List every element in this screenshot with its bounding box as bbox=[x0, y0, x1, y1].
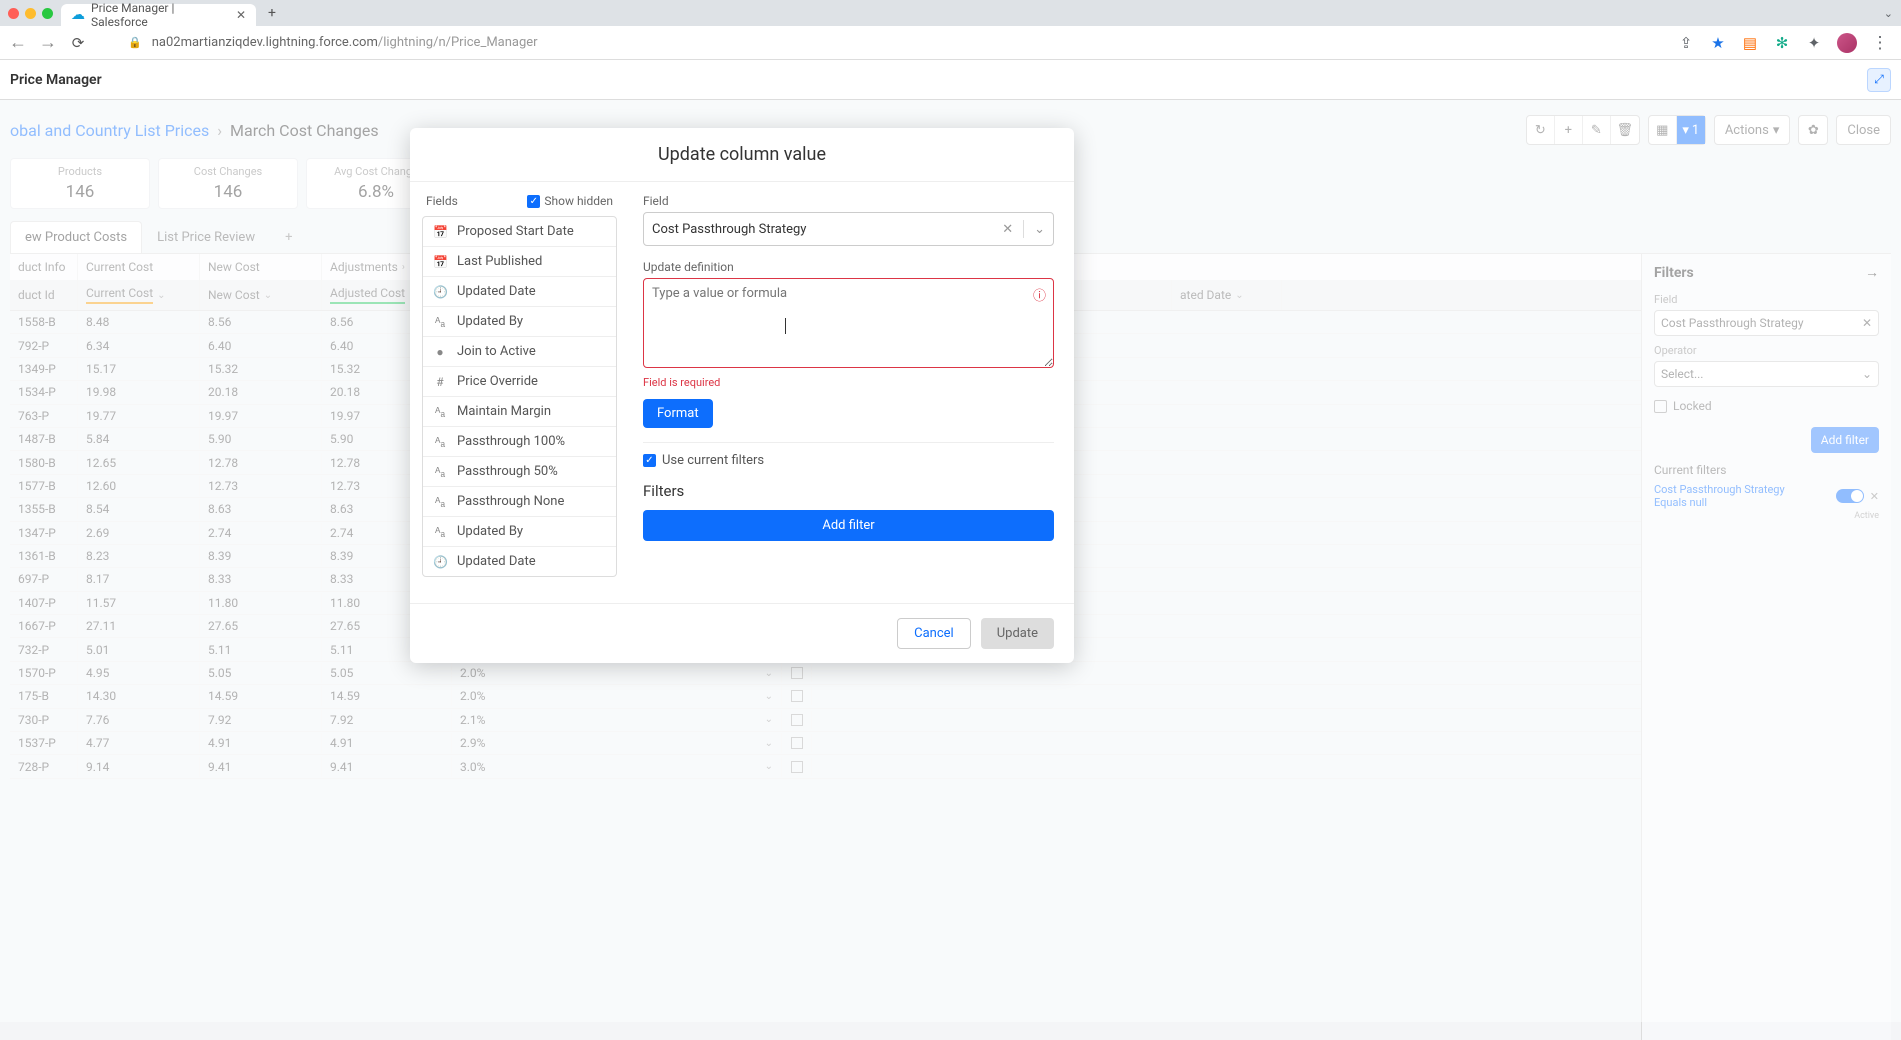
extensions-puzzle-icon[interactable]: ✦ bbox=[1805, 34, 1823, 52]
salesforce-favicon-icon: ☁ bbox=[71, 8, 85, 22]
extension-gear-icon[interactable]: ✻ bbox=[1773, 34, 1791, 52]
add-filter-button[interactable]: Add filter bbox=[643, 510, 1054, 541]
fields-pane: Fields ✓ Show hidden 📅 Proposed Start Dat… bbox=[410, 182, 625, 589]
field-type-icon: ᴬₐ bbox=[433, 465, 447, 479]
divider bbox=[643, 442, 1054, 443]
field-type-icon: 🕘 bbox=[433, 285, 447, 299]
field-type-icon: ᴬₐ bbox=[433, 495, 447, 509]
forward-icon[interactable]: → bbox=[38, 32, 58, 53]
minimize-window-icon[interactable] bbox=[25, 8, 36, 19]
field-item-label: Price Override bbox=[457, 374, 538, 389]
field-type-icon: 📅 bbox=[433, 225, 447, 239]
text-cursor-icon bbox=[785, 318, 786, 334]
field-type-icon: ᴬₐ bbox=[433, 315, 447, 329]
new-tab-button[interactable]: + bbox=[264, 5, 280, 21]
field-list-item[interactable]: ● Join to Active bbox=[423, 337, 616, 367]
field-list-item[interactable]: ᴬₐ Maintain Margin bbox=[423, 397, 616, 427]
field-item-label: Updated Date bbox=[457, 554, 536, 569]
tabs-dropdown-icon[interactable]: ⌄ bbox=[1884, 7, 1893, 20]
error-icon: ⓘ bbox=[1033, 285, 1046, 304]
update-button[interactable]: Update bbox=[981, 618, 1054, 649]
field-item-label: Updated By bbox=[457, 524, 523, 539]
field-item-label: Passthrough 100% bbox=[457, 434, 565, 449]
field-type-icon: ᴬₐ bbox=[433, 435, 447, 449]
address-bar: ← → ⟳ 🔒 na02martianziqdev.lightning.forc… bbox=[0, 26, 1901, 60]
field-item-label: Passthrough 50% bbox=[457, 464, 558, 479]
field-list-item[interactable]: ᴬₐ Passthrough 100% bbox=[423, 427, 616, 457]
field-list-item[interactable]: ᴬₐ Updated By bbox=[423, 517, 616, 547]
clear-icon[interactable]: ✕ bbox=[1002, 222, 1013, 237]
divider bbox=[1023, 220, 1024, 238]
browser-tab[interactable]: ☁ Price Manager | Salesforce ✕ bbox=[61, 4, 256, 26]
reload-icon[interactable]: ⟳ bbox=[68, 34, 88, 52]
field-type-icon: 📅 bbox=[433, 255, 447, 269]
browser-tab-strip: ☁ Price Manager | Salesforce ✕ + ⌄ bbox=[0, 0, 1901, 26]
field-list-item[interactable]: 📅 Last Published bbox=[423, 247, 616, 277]
fields-list: 📅 Proposed Start Date 📅 Last Published 🕘 Upda… bbox=[422, 216, 617, 577]
show-hidden-toggle[interactable]: ✓ Show hidden bbox=[527, 194, 613, 208]
use-filters-checkbox[interactable]: ✓ Use current filters bbox=[643, 453, 1054, 468]
app-top-bar: Price Manager ⤢ bbox=[0, 60, 1901, 100]
checkbox-checked-icon[interactable]: ✓ bbox=[527, 195, 540, 208]
field-list-item[interactable]: ᴬₐ Passthrough 50% bbox=[423, 457, 616, 487]
cancel-button[interactable]: Cancel bbox=[897, 618, 971, 649]
filters-heading: Filters bbox=[643, 482, 1054, 500]
field-list-item[interactable]: # Price Override bbox=[423, 367, 616, 397]
modal-footer: Cancel Update bbox=[410, 603, 1074, 663]
bookmark-star-icon[interactable]: ★ bbox=[1709, 34, 1727, 52]
field-type-icon: ᴬₐ bbox=[433, 405, 447, 419]
field-label: Field bbox=[643, 194, 1054, 208]
use-filters-label: Use current filters bbox=[662, 453, 764, 468]
back-icon[interactable]: ← bbox=[8, 32, 28, 53]
checkbox-checked-icon[interactable]: ✓ bbox=[643, 454, 656, 467]
page-title: Price Manager bbox=[10, 72, 102, 88]
field-list-item[interactable]: 📅 Proposed Start Date bbox=[423, 217, 616, 247]
window-controls bbox=[8, 8, 53, 19]
profile-avatar-icon[interactable] bbox=[1837, 33, 1857, 53]
share-icon[interactable]: ⇪ bbox=[1677, 34, 1695, 52]
field-list-item[interactable]: ᴬₐ Passthrough None bbox=[423, 487, 616, 517]
field-item-label: Maintain Margin bbox=[457, 404, 551, 419]
definition-wrapper: ⓘ bbox=[643, 278, 1054, 372]
field-list-item[interactable]: 🕘 Updated Date bbox=[423, 547, 616, 576]
field-combobox[interactable]: Cost Passthrough Strategy ✕ ⌄ bbox=[643, 212, 1054, 246]
tab-strip: ☁ Price Manager | Salesforce ✕ + bbox=[61, 0, 280, 26]
field-type-icon: ● bbox=[433, 345, 447, 359]
chevron-down-icon[interactable]: ⌄ bbox=[1034, 222, 1045, 237]
field-list-item[interactable]: ᴬₐ Updated By bbox=[423, 307, 616, 337]
field-item-label: Last Published bbox=[457, 254, 542, 269]
show-hidden-label: Show hidden bbox=[544, 194, 613, 208]
modal-header: Update column value bbox=[410, 128, 1074, 182]
field-item-label: Updated Date bbox=[457, 284, 536, 299]
lock-icon: 🔒 bbox=[128, 36, 142, 49]
field-item-label: Updated By bbox=[457, 314, 523, 329]
format-button[interactable]: Format bbox=[643, 399, 713, 428]
field-type-icon: 🕘 bbox=[433, 555, 447, 569]
field-item-label: Proposed Start Date bbox=[457, 224, 574, 239]
field-item-label: Passthrough None bbox=[457, 494, 564, 509]
field-item-label: Join to Active bbox=[457, 344, 536, 359]
fields-label: Fields bbox=[426, 194, 458, 208]
maximize-window-icon[interactable] bbox=[42, 8, 53, 19]
close-tab-icon[interactable]: ✕ bbox=[236, 8, 246, 22]
modal-body: Fields ✓ Show hidden 📅 Proposed Start Dat… bbox=[410, 182, 1074, 603]
fields-header: Fields ✓ Show hidden bbox=[422, 194, 617, 208]
modal-title: Update column value bbox=[430, 144, 1054, 165]
validation-error-text: Field is required bbox=[643, 376, 1054, 389]
chrome-menu-icon[interactable]: ⋮ bbox=[1871, 34, 1889, 52]
extension-icon[interactable]: ▤ bbox=[1741, 34, 1759, 52]
close-window-icon[interactable] bbox=[8, 8, 19, 19]
url-text[interactable]: na02martianziqdev.lightning.force.com/li… bbox=[152, 35, 1667, 50]
definition-textarea[interactable] bbox=[643, 278, 1054, 368]
definition-label: Update definition bbox=[643, 260, 1054, 274]
compress-icon[interactable]: ⤢ bbox=[1867, 68, 1891, 92]
field-value: Cost Passthrough Strategy bbox=[652, 222, 806, 237]
field-type-icon: # bbox=[433, 375, 447, 389]
field-list-item[interactable]: 🕘 Updated Date bbox=[423, 277, 616, 307]
field-type-icon: ᴬₐ bbox=[433, 525, 447, 539]
update-column-modal: Update column value Fields ✓ Show hidden… bbox=[410, 128, 1074, 663]
chrome-actions: ⇪ ★ ▤ ✻ ✦ ⋮ bbox=[1677, 33, 1893, 53]
tab-title: Price Manager | Salesforce bbox=[91, 1, 230, 29]
definition-pane: Field Cost Passthrough Strategy ✕ ⌄ Upda… bbox=[625, 182, 1074, 589]
